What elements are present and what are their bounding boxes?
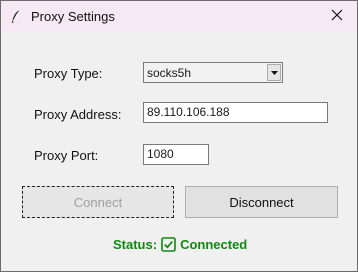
close-icon bbox=[331, 9, 343, 24]
chevron-down-icon[interactable] bbox=[267, 64, 281, 81]
client-area: Proxy Type: socks5h Proxy Address: 89.11… bbox=[1, 32, 357, 271]
proxy-port-label: Proxy Port: bbox=[34, 148, 99, 163]
status-value: Connected bbox=[180, 237, 248, 252]
check-box-icon bbox=[161, 237, 176, 252]
status-label: Status: bbox=[113, 237, 158, 252]
proxy-type-dropdown[interactable]: socks5h bbox=[143, 62, 283, 83]
proxy-settings-window: Proxy Settings Proxy Type: socks5h Proxy… bbox=[0, 0, 358, 272]
close-button[interactable] bbox=[317, 1, 357, 32]
proxy-address-label: Proxy Address: bbox=[34, 107, 122, 122]
title-bar[interactable]: Proxy Settings bbox=[1, 1, 357, 32]
feather-icon bbox=[10, 9, 22, 25]
window-title: Proxy Settings bbox=[31, 9, 115, 24]
connect-button[interactable]: Connect bbox=[22, 186, 174, 218]
proxy-port-field[interactable]: 1080 bbox=[143, 144, 209, 165]
disconnect-button[interactable]: Disconnect bbox=[185, 186, 338, 218]
proxy-address-field[interactable]: 89.110.106.188 bbox=[143, 102, 328, 123]
proxy-type-label: Proxy Type: bbox=[34, 66, 103, 81]
status-indicator: Status: Connected bbox=[113, 237, 247, 252]
proxy-type-value: socks5h bbox=[147, 66, 192, 80]
